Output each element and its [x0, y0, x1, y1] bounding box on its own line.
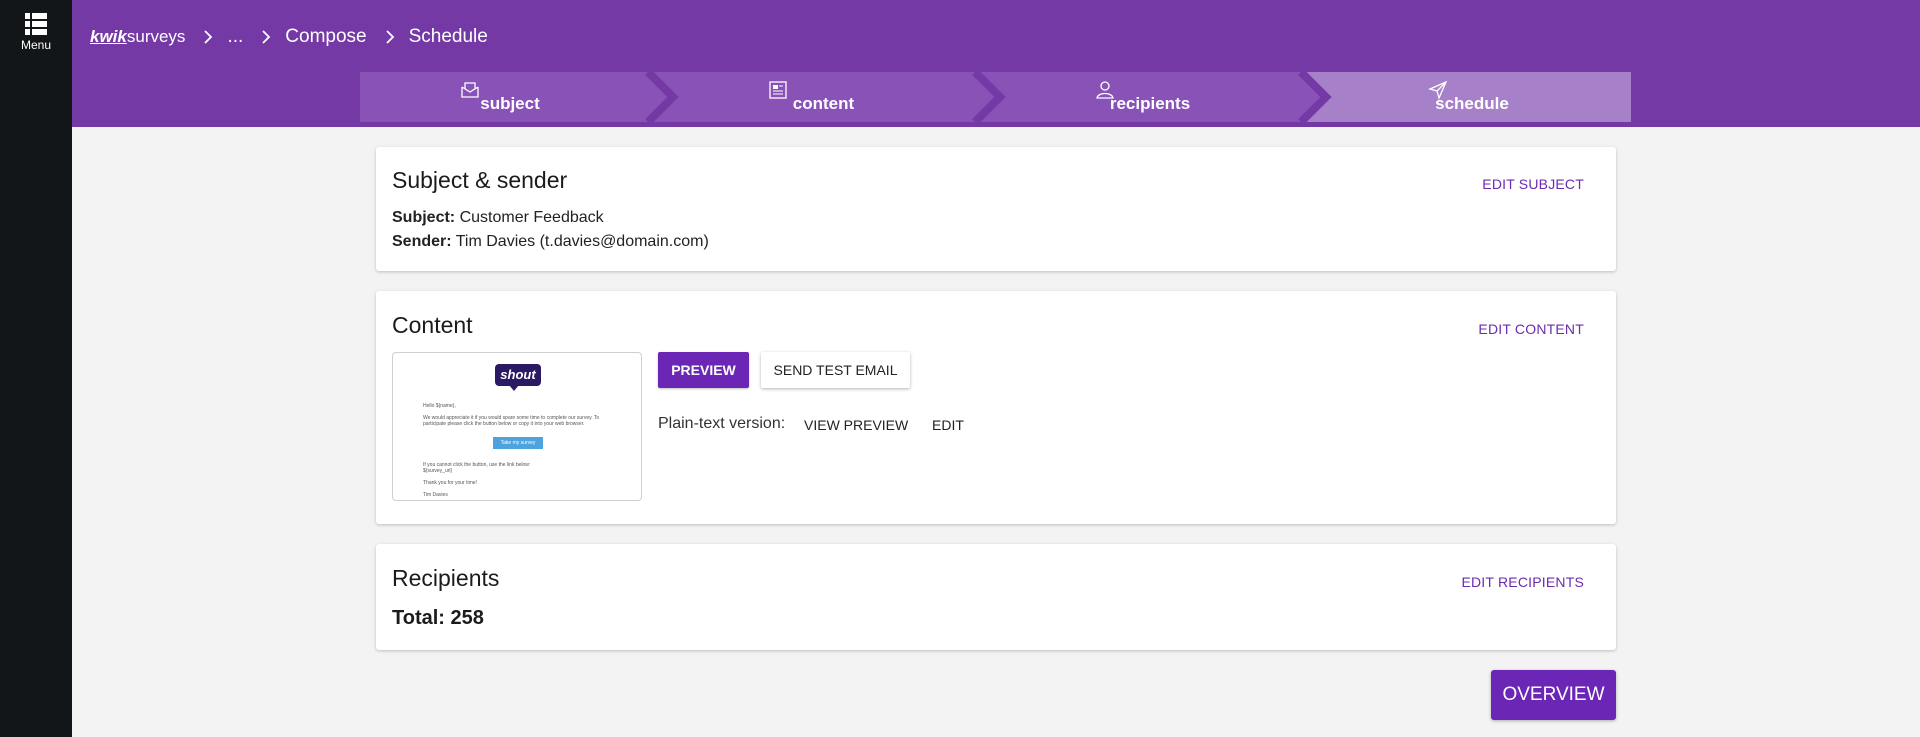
subject-card-title: Subject & sender	[392, 167, 568, 193]
grid-list-icon	[25, 13, 47, 35]
chevron-right-icon	[262, 30, 271, 44]
email-thumbnail[interactable]: shout Hello ${name}, We would appreciate…	[392, 352, 642, 501]
kwiksurveys-logo[interactable]: kwik surveys	[90, 27, 185, 47]
subject-line: Subject: Customer Feedback	[392, 209, 604, 226]
subject-value: Customer Feedback	[459, 209, 604, 226]
breadcrumb: kwik surveys ... Compose Schedule	[90, 24, 488, 50]
user-icon	[1096, 81, 1114, 99]
step-schedule[interactable]: schedule	[1313, 72, 1631, 122]
breadcrumb-compose[interactable]: Compose	[285, 26, 366, 48]
subject-sender-card: Subject & sender EDIT SUBJECT Subject: C…	[376, 147, 1616, 271]
edit-content-button[interactable]: EDIT CONTENT	[1478, 321, 1584, 337]
edit-recipients-button[interactable]: EDIT RECIPIENTS	[1461, 574, 1584, 590]
plain-text-label: Plain-text version:	[658, 415, 786, 432]
document-icon	[769, 81, 787, 99]
sender-value: Tim Davies (t.davies@domain.com)	[455, 233, 709, 250]
content-card: Content EDIT CONTENT shout Hello ${name}…	[376, 291, 1616, 524]
menu-label: Menu	[20, 38, 52, 52]
send-icon	[1428, 80, 1448, 100]
thumbnail-survey-button: Take my survey	[493, 437, 543, 449]
shout-logo: shout	[495, 364, 541, 391]
content-card-title: Content	[392, 312, 473, 338]
view-preview-button[interactable]: VIEW PREVIEW	[804, 417, 908, 433]
side-rail: Menu	[0, 0, 72, 737]
step-recipients[interactable]: recipients	[987, 72, 1313, 122]
recipients-card: Recipients EDIT RECIPIENTS Total: 258	[376, 544, 1616, 650]
compose-stepper: subject content recipients schedule	[360, 72, 1631, 122]
breadcrumb-current: Schedule	[408, 26, 488, 47]
step-subject[interactable]: subject	[360, 72, 660, 122]
step-content[interactable]: content	[660, 72, 987, 122]
preview-button[interactable]: PREVIEW	[658, 352, 749, 388]
envelope-icon	[461, 82, 479, 98]
chevron-right-icon	[385, 30, 394, 44]
send-test-email-button[interactable]: SEND TEST EMAIL	[761, 352, 910, 388]
sender-line: Sender: Tim Davies (t.davies@domain.com)	[392, 233, 709, 250]
recipients-total: Total: 258	[392, 607, 484, 629]
menu-button[interactable]: Menu	[0, 12, 72, 62]
edit-plain-text-button[interactable]: EDIT	[932, 417, 964, 433]
chevron-right-icon	[204, 30, 213, 44]
breadcrumb-ellipsis[interactable]: ...	[227, 26, 243, 48]
overview-button[interactable]: OVERVIEW	[1491, 670, 1616, 720]
edit-subject-button[interactable]: EDIT SUBJECT	[1482, 176, 1584, 192]
recipients-card-title: Recipients	[392, 565, 500, 591]
